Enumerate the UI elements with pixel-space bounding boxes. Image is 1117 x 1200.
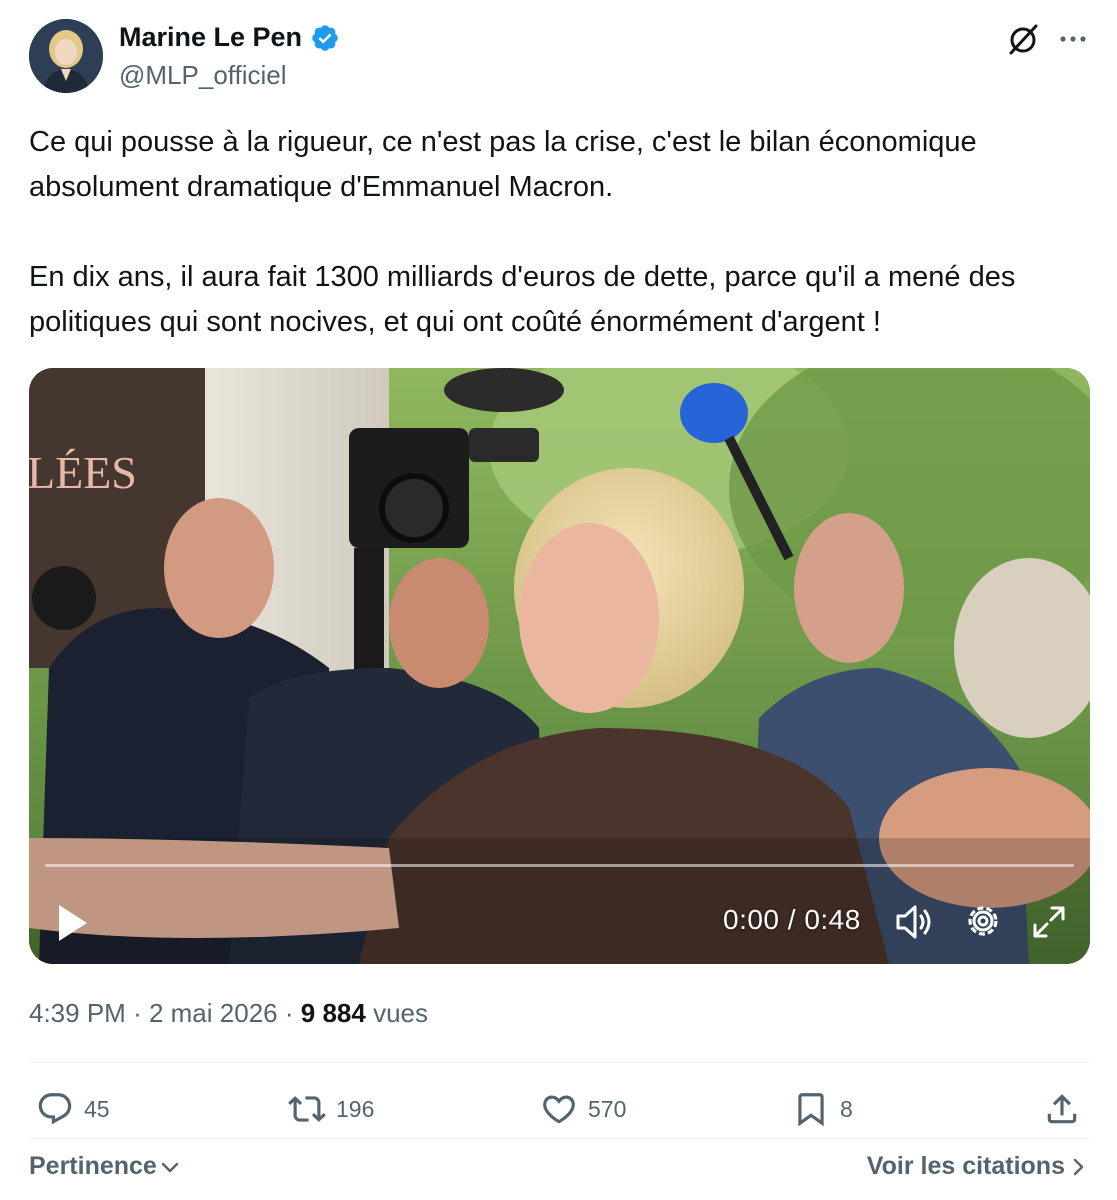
reply-icon (38, 1093, 72, 1125)
volume-icon[interactable] (893, 901, 935, 943)
play-icon[interactable] (53, 901, 93, 945)
author-display-name[interactable]: Marine Le Pen (119, 22, 302, 53)
video-frame: LÉES (29, 368, 1090, 964)
tweet-text: Ce qui pousse à la rigueur, ce n'est pas… (29, 120, 1094, 345)
meta-separator: · (284, 998, 294, 1028)
share-icon[interactable] (1043, 1090, 1081, 1128)
video-time: 0:00 / 0:48 (723, 904, 861, 935)
chevron-right-icon (1073, 1158, 1084, 1175)
reply-count: 45 (84, 1095, 110, 1122)
divider (29, 1138, 1090, 1139)
sort-dropdown[interactable]: Pertinence (29, 1152, 181, 1181)
view-quotes-link[interactable]: Voir les citations (867, 1152, 1087, 1181)
repost-icon (288, 1096, 326, 1122)
heart-icon (543, 1095, 575, 1124)
grok-icon[interactable] (1004, 20, 1042, 58)
video-progress-bar[interactable] (45, 864, 1074, 867)
author-name-row[interactable]: Marine Le Pen (119, 22, 340, 53)
video-overlay-text: LÉES (29, 447, 137, 498)
chevron-down-icon (161, 1162, 179, 1172)
repost-button[interactable]: 196 (288, 1090, 374, 1128)
tweet-paragraph: Ce qui pousse à la rigueur, ce n'est pas… (29, 126, 977, 203)
tweet-meta: 4:39 PM · 2 mai 2026 · 9 884 vues (29, 998, 428, 1029)
tweet-time[interactable]: 4:39 PM (29, 998, 126, 1028)
tweet-date[interactable]: 2 mai 2026 (149, 998, 278, 1028)
fullscreen-icon[interactable] (1031, 904, 1067, 940)
more-icon[interactable] (1056, 24, 1090, 54)
views-label: vues (373, 998, 428, 1028)
bookmark-count: 8 (840, 1095, 853, 1122)
like-button[interactable]: 570 (540, 1090, 626, 1128)
like-count: 570 (588, 1095, 627, 1122)
bookmark-icon (798, 1093, 824, 1127)
tweet-paragraph: En dix ans, il aura fait 1300 milliards … (29, 261, 1016, 338)
views-count: 9 884 (300, 998, 366, 1028)
video-player[interactable]: LÉES 0:00 / 0:48 (29, 368, 1090, 964)
author-handle[interactable]: @MLP_officiel (119, 60, 287, 91)
bookmark-button[interactable]: 8 (792, 1090, 853, 1128)
sort-label: Pertinence (29, 1152, 157, 1180)
verified-badge-icon[interactable] (310, 23, 340, 53)
quotes-label: Voir les citations (866, 1152, 1065, 1180)
meta-separator: · (133, 998, 142, 1028)
repost-count: 196 (336, 1095, 375, 1122)
author-avatar[interactable] (29, 19, 103, 93)
reply-button[interactable]: 45 (36, 1090, 110, 1128)
divider (29, 1062, 1090, 1063)
settings-icon[interactable] (963, 901, 1003, 941)
